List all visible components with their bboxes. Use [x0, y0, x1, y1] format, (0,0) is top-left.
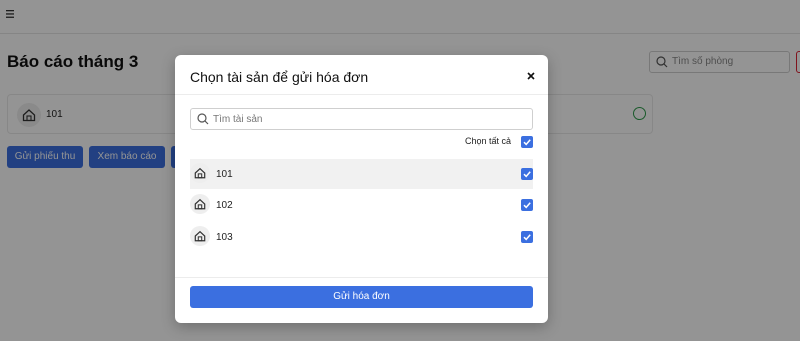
asset-label: 101: [216, 169, 233, 180]
checkmark-icon: [523, 234, 531, 241]
asset-row-103[interactable]: 103: [190, 222, 533, 252]
close-icon[interactable]: [525, 70, 537, 82]
house-icon: [190, 163, 210, 183]
asset-label: 102: [216, 200, 233, 211]
select-all-checkbox[interactable]: [521, 136, 533, 148]
checkmark-icon: [523, 171, 531, 178]
asset-checkbox-103[interactable]: [521, 231, 533, 243]
asset-row-102[interactable]: 102: [190, 190, 533, 220]
asset-checkbox-102[interactable]: [521, 199, 533, 211]
asset-checkbox-101[interactable]: [521, 168, 533, 180]
asset-search-input[interactable]: [213, 111, 523, 127]
modal-header: Chọn tài sản để gửi hóa đơn: [175, 55, 548, 95]
asset-search-field[interactable]: [190, 108, 533, 130]
house-icon: [190, 194, 210, 214]
select-assets-modal: Chọn tài sản để gửi hóa đơn Chọn tất cả …: [175, 55, 548, 323]
asset-label: 103: [216, 232, 233, 243]
send-invoice-button[interactable]: Gửi hóa đơn: [190, 286, 533, 308]
checkmark-icon: [523, 202, 531, 209]
select-all-label: Chọn tất cả: [465, 136, 512, 146]
asset-row-101[interactable]: 101: [190, 159, 533, 189]
house-icon: [190, 226, 210, 246]
checkmark-icon: [523, 139, 531, 146]
modal-footer-divider: [175, 277, 548, 278]
search-icon: [197, 113, 209, 125]
modal-title: Chọn tài sản để gửi hóa đơn: [190, 69, 369, 85]
